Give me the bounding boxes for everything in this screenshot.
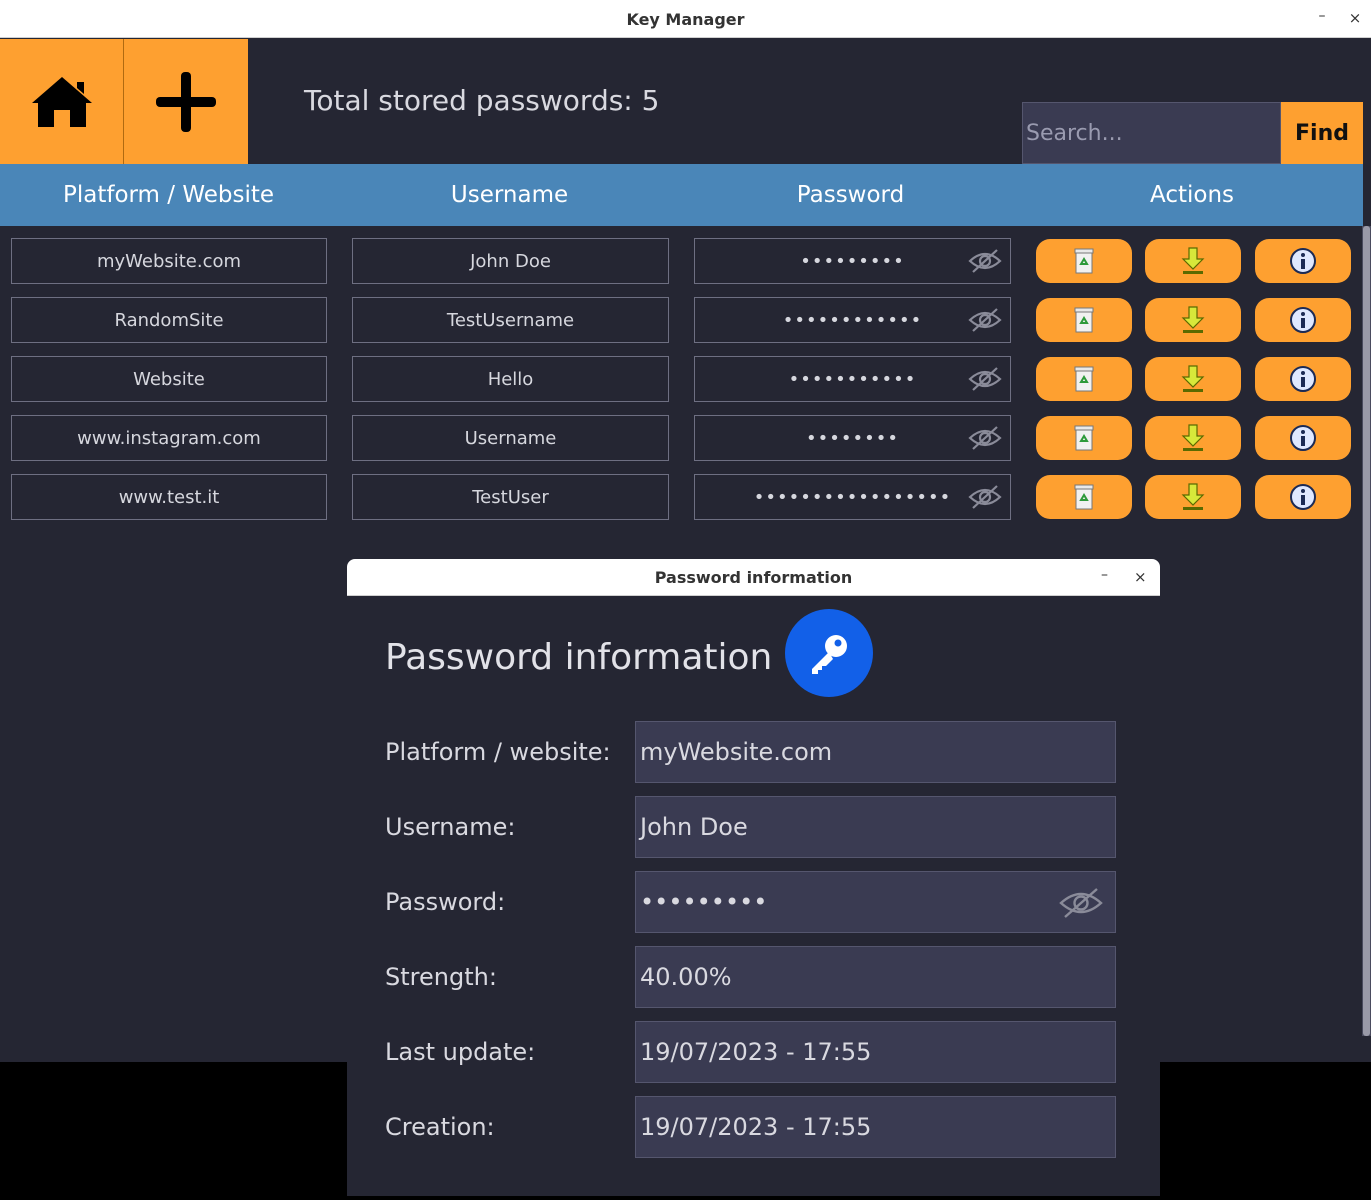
header-actions: Actions bbox=[1149, 182, 1234, 208]
last-update-label: Last update: bbox=[385, 1038, 536, 1066]
username-cell[interactable]: TestUsername bbox=[352, 297, 669, 343]
info-button[interactable] bbox=[1255, 357, 1351, 401]
password-info-dialog: Password information – × Password inform… bbox=[347, 559, 1160, 1196]
creation-label: Creation: bbox=[385, 1113, 495, 1141]
delete-button[interactable] bbox=[1036, 416, 1132, 460]
download-arrow-icon bbox=[1181, 424, 1205, 451]
password-field[interactable]: ••••••••• bbox=[635, 871, 1116, 933]
info-button[interactable] bbox=[1255, 298, 1351, 342]
platform-cell[interactable]: www.instagram.com bbox=[11, 415, 327, 461]
password-cell[interactable]: ••••••••• bbox=[694, 238, 1011, 284]
eye-slash-icon[interactable] bbox=[968, 248, 1002, 274]
find-button[interactable]: Find bbox=[1281, 102, 1363, 164]
password-cell[interactable]: ••••••••••••••••• bbox=[694, 474, 1011, 520]
eye-slash-icon[interactable] bbox=[1059, 886, 1103, 920]
minimize-button[interactable]: – bbox=[1314, 8, 1330, 28]
info-icon bbox=[1290, 307, 1316, 333]
password-cell[interactable]: •••••••••••• bbox=[694, 297, 1011, 343]
recycle-bin-icon bbox=[1074, 248, 1094, 274]
password-mask: •••••••••••• bbox=[782, 309, 923, 331]
header-platform: Platform / Website bbox=[62, 182, 275, 208]
dialog-title: Password information bbox=[654, 568, 853, 587]
platform-cell[interactable]: RandomSite bbox=[11, 297, 327, 343]
info-button[interactable] bbox=[1255, 239, 1351, 283]
delete-button[interactable] bbox=[1036, 357, 1132, 401]
key-badge bbox=[785, 609, 873, 697]
strength-field[interactable]: 40.00% bbox=[635, 946, 1116, 1008]
recycle-bin-icon bbox=[1074, 307, 1094, 333]
search-input[interactable] bbox=[1022, 102, 1281, 164]
info-icon bbox=[1290, 248, 1316, 274]
dialog-titlebar[interactable]: Password information – × bbox=[347, 559, 1160, 596]
dialog-heading: Password information bbox=[385, 637, 773, 678]
info-icon bbox=[1290, 425, 1316, 451]
password-mask: ••••••••••• bbox=[788, 368, 917, 390]
recycle-bin-icon bbox=[1074, 425, 1094, 451]
password-mask: ••••••••• bbox=[800, 250, 905, 272]
password-mask: ••••••••• bbox=[640, 888, 768, 916]
platform-cell[interactable]: www.test.it bbox=[11, 474, 327, 520]
header-password: Password bbox=[796, 182, 905, 208]
dialog-close-button[interactable]: × bbox=[1134, 568, 1147, 586]
header-username: Username bbox=[450, 182, 569, 208]
username-cell[interactable]: TestUser bbox=[352, 474, 669, 520]
password-mask: ••••••••••••••••• bbox=[753, 486, 952, 508]
close-button[interactable]: × bbox=[1347, 9, 1363, 29]
download-button[interactable] bbox=[1145, 475, 1241, 519]
platform-label: Platform / website: bbox=[385, 738, 611, 766]
key-icon bbox=[812, 635, 847, 674]
platform-field[interactable]: myWebsite.com bbox=[635, 721, 1116, 783]
window-title: Key Manager bbox=[626, 10, 745, 29]
download-arrow-icon bbox=[1181, 247, 1205, 274]
info-button[interactable] bbox=[1255, 416, 1351, 460]
last-update-field[interactable]: 19/07/2023 - 17:55 bbox=[635, 1021, 1116, 1083]
vertical-scrollbar[interactable] bbox=[1362, 226, 1371, 1036]
window-titlebar[interactable]: Key Manager – × bbox=[0, 0, 1371, 38]
download-arrow-icon bbox=[1181, 365, 1205, 392]
username-label: Username: bbox=[385, 813, 516, 841]
password-cell[interactable]: •••••••• bbox=[694, 415, 1011, 461]
download-button[interactable] bbox=[1145, 298, 1241, 342]
home-icon bbox=[31, 76, 92, 127]
eye-slash-icon[interactable] bbox=[968, 484, 1002, 510]
total-passwords-label: Total stored passwords: 5 bbox=[304, 84, 660, 117]
info-button[interactable] bbox=[1255, 475, 1351, 519]
password-cell[interactable]: ••••••••••• bbox=[694, 356, 1011, 402]
dialog-minimize-button[interactable]: – bbox=[1101, 567, 1108, 583]
platform-cell[interactable]: myWebsite.com bbox=[11, 238, 327, 284]
username-cell[interactable]: Username bbox=[352, 415, 669, 461]
creation-field[interactable]: 19/07/2023 - 17:55 bbox=[635, 1096, 1116, 1158]
recycle-bin-icon bbox=[1074, 484, 1094, 510]
eye-slash-icon[interactable] bbox=[968, 366, 1002, 392]
download-arrow-icon bbox=[1181, 483, 1205, 510]
platform-cell[interactable]: Website bbox=[11, 356, 327, 402]
info-icon bbox=[1290, 484, 1316, 510]
eye-slash-icon[interactable] bbox=[968, 425, 1002, 451]
username-cell[interactable]: Hello bbox=[352, 356, 669, 402]
delete-button[interactable] bbox=[1036, 475, 1132, 519]
download-button[interactable] bbox=[1145, 357, 1241, 401]
recycle-bin-icon bbox=[1074, 366, 1094, 392]
scrollbar-thumb[interactable] bbox=[1363, 226, 1370, 1036]
download-button[interactable] bbox=[1145, 239, 1241, 283]
info-icon bbox=[1290, 366, 1316, 392]
home-button[interactable] bbox=[0, 39, 124, 164]
delete-button[interactable] bbox=[1036, 298, 1132, 342]
eye-slash-icon[interactable] bbox=[968, 307, 1002, 333]
download-arrow-icon bbox=[1181, 306, 1205, 333]
password-label: Password: bbox=[385, 888, 506, 916]
download-button[interactable] bbox=[1145, 416, 1241, 460]
username-cell[interactable]: John Doe bbox=[352, 238, 669, 284]
add-password-button[interactable] bbox=[124, 39, 248, 164]
plus-icon bbox=[156, 71, 216, 132]
username-field[interactable]: John Doe bbox=[635, 796, 1116, 858]
delete-button[interactable] bbox=[1036, 239, 1132, 283]
table-header: Platform / Website Username Password Act… bbox=[0, 164, 1363, 226]
password-mask: •••••••• bbox=[806, 427, 899, 449]
strength-label: Strength: bbox=[385, 963, 497, 991]
